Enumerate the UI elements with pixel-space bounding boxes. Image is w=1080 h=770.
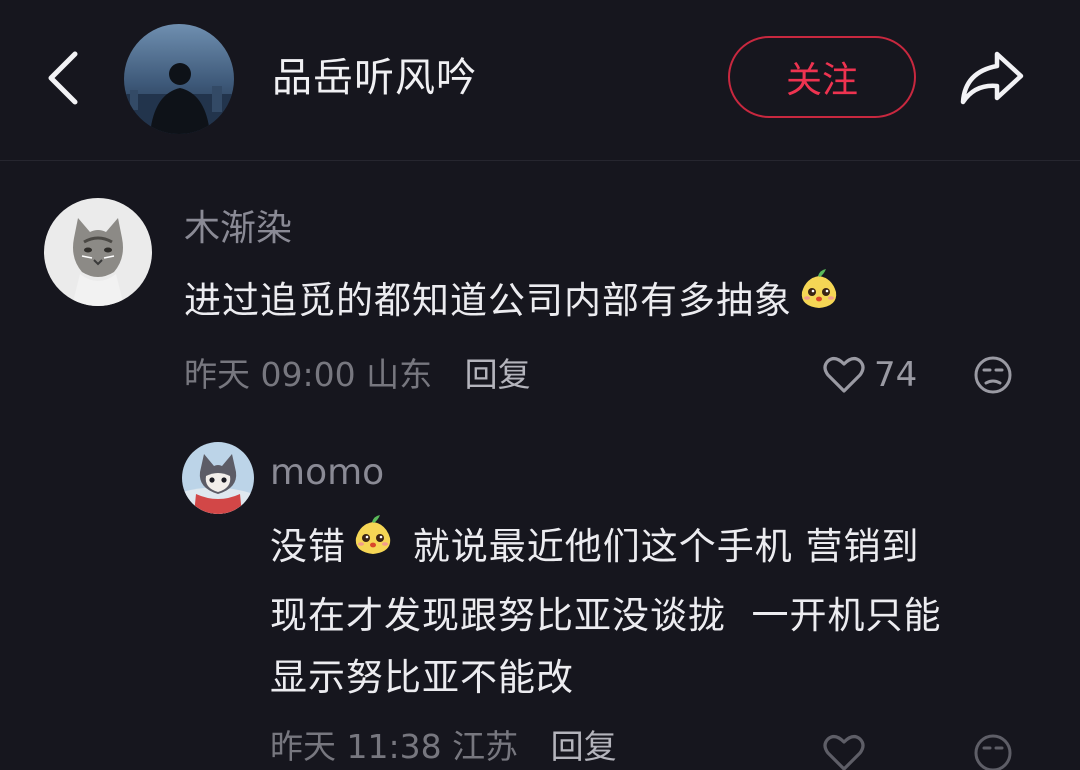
comment-location: 山东 [366, 355, 433, 394]
reply-text-start: 没错 [270, 525, 346, 568]
share-arrow-icon [960, 51, 1024, 105]
like-count: 74 [874, 355, 918, 395]
dislike-button[interactable] [968, 730, 1018, 770]
person-skyline-icon [124, 24, 234, 134]
reply-line-2: 现在才发现跟努比亚没谈拢 一开机只能 [270, 594, 942, 637]
pear-emoji-icon [796, 266, 842, 331]
pear-emoji-icon [350, 512, 396, 577]
heart-icon [823, 357, 865, 393]
top-bar: 品岳听风吟 关注 [0, 0, 1080, 161]
follow-button[interactable]: 关注 [728, 36, 916, 118]
comment-time: 昨天 09:00 [184, 355, 356, 394]
like-button[interactable]: 74 [822, 352, 917, 398]
commenter-name[interactable]: 木渐染 [184, 206, 292, 252]
share-button[interactable] [954, 40, 1030, 116]
comment-screen: 品岳听风吟 关注 木渐染 进过追觅的都知道公司内部有多抽象 昨天 09:00 山… [0, 0, 1080, 770]
anime-character-avatar-icon [182, 442, 254, 514]
reply-meta: 昨天 11:38 江苏 回复 [270, 724, 617, 770]
commenter-avatar-cat[interactable] [44, 198, 152, 306]
reply-text: 没错 就说最近他们这个手机 营销到 现在才发现跟努比亚没谈拢 一开机只能 显示努… [270, 512, 1030, 709]
reply-button[interactable]: 回复 [465, 355, 531, 394]
cat-avatar-icon [44, 198, 152, 306]
unhappy-face-icon [974, 734, 1012, 770]
comment-location: 江苏 [452, 727, 519, 766]
reply-line-1: 没错 就说最近他们这个手机 营销到 [270, 512, 1030, 585]
author-name[interactable]: 品岳听风吟 [272, 48, 477, 108]
comment-meta: 昨天 09:00 山东 回复 [184, 352, 531, 398]
back-button[interactable] [28, 40, 98, 116]
commenter-avatar-momo[interactable] [182, 442, 254, 514]
author-avatar[interactable] [124, 24, 234, 134]
reply-line-3: 显示努比亚不能改 [270, 656, 574, 699]
reply-text-line1-rest: 就说最近他们这个手机 营销到 [400, 525, 920, 568]
unhappy-face-icon [974, 356, 1012, 394]
chevron-left-icon [48, 51, 78, 105]
comment-body: 进过追觅的都知道公司内部有多抽象 [184, 279, 792, 322]
commenter-name[interactable]: momo [270, 450, 384, 496]
comment-text: 进过追觅的都知道公司内部有多抽象 [184, 266, 944, 339]
dislike-button[interactable] [968, 352, 1018, 398]
comment-time: 昨天 11:38 [270, 727, 442, 766]
heart-icon [823, 735, 865, 770]
reply-button[interactable]: 回复 [551, 727, 617, 766]
like-button[interactable] [822, 730, 866, 770]
